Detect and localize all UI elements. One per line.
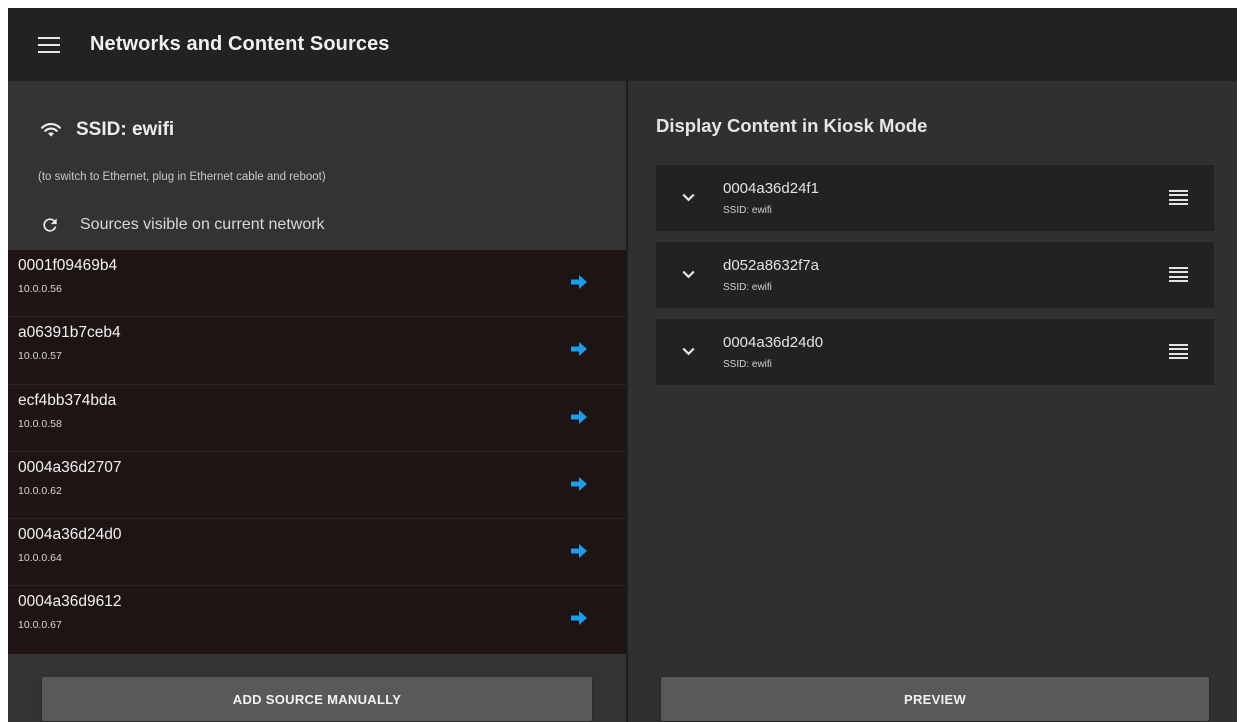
- refresh-sources-row[interactable]: Sources visible on current network: [40, 215, 325, 235]
- kiosk-list-item[interactable]: d052a8632f7a SSID: ewifi: [656, 242, 1214, 308]
- wifi-icon: [41, 123, 61, 137]
- kiosk-pane: Display Content in Kiosk Mode 0004a36d24…: [628, 81, 1237, 722]
- ssid-row: SSID: ewifi: [40, 119, 174, 141]
- chevron-down-icon[interactable]: [682, 347, 695, 356]
- add-source-button[interactable]: ADD SOURCE MANUALLY: [42, 677, 592, 721]
- ssid-label: SSID: ewifi: [76, 119, 175, 140]
- ethernet-hint: (to switch to Ethernet, plug in Ethernet…: [38, 171, 326, 183]
- kiosk-source-id: 0004a36d24f1: [723, 180, 819, 197]
- arrow-right-icon[interactable]: [571, 342, 587, 357]
- source-id: ecf4bb374bda: [18, 391, 117, 409]
- source-id: 0004a36d2707: [18, 458, 122, 476]
- page-title: Networks and Content Sources: [90, 33, 390, 55]
- arrow-right-icon[interactable]: [571, 611, 587, 626]
- menu-icon[interactable]: [38, 36, 60, 53]
- arrow-right-icon[interactable]: [571, 476, 587, 491]
- source-ip: 10.0.0.57: [18, 350, 62, 363]
- networks-pane: SSID: ewifi (to switch to Ethernet, plug…: [8, 81, 626, 722]
- arrow-right-icon[interactable]: [571, 275, 587, 289]
- kiosk-source-ssid: SSID: ewifi: [723, 205, 772, 216]
- drag-handle-icon[interactable]: [1169, 190, 1188, 205]
- source-list-item[interactable]: 0004a36d9612 10.0.0.67: [8, 586, 626, 653]
- source-list-item[interactable]: 0001f09469b4 10.0.0.56: [8, 250, 626, 318]
- app-bar: Networks and Content Sources: [8, 8, 1237, 81]
- source-list: 0001f09469b4 10.0.0.56 a06391b7ceb4 10.0.0.…: [8, 250, 626, 654]
- source-ip: 10.0.0.64: [18, 552, 62, 565]
- sources-heading: Sources visible on current network: [80, 216, 325, 233]
- source-id: 0004a36d24d0: [18, 526, 122, 544]
- source-id: 0001f09469b4: [18, 257, 118, 274]
- kiosk-source-ssid: SSID: ewifi: [723, 282, 772, 293]
- source-id: a06391b7ceb4: [18, 324, 121, 342]
- arrow-right-icon[interactable]: [571, 544, 587, 559]
- chevron-down-icon[interactable]: [682, 270, 695, 279]
- source-ip: 10.0.0.62: [18, 484, 62, 497]
- refresh-icon[interactable]: [40, 215, 60, 235]
- kiosk-source-ssid: SSID: ewifi: [723, 359, 772, 370]
- drag-handle-icon[interactable]: [1169, 344, 1188, 359]
- source-list-item[interactable]: 0004a36d24d0 10.0.0.64: [8, 519, 626, 587]
- chevron-down-icon[interactable]: [682, 193, 695, 202]
- drag-handle-icon[interactable]: [1169, 267, 1188, 282]
- source-list-item[interactable]: 0004a36d2707 10.0.0.62: [8, 452, 626, 520]
- arrow-right-icon[interactable]: [571, 409, 587, 424]
- source-ip: 10.0.0.58: [18, 417, 62, 430]
- preview-button[interactable]: PREVIEW: [661, 677, 1209, 721]
- kiosk-source-id: 0004a36d24d0: [723, 334, 824, 351]
- kiosk-heading: Display Content in Kiosk Mode: [656, 115, 928, 136]
- source-list-item[interactable]: ecf4bb374bda 10.0.0.58: [8, 385, 626, 452]
- source-id: 0004a36d9612: [18, 593, 122, 611]
- app-window: Networks and Content Sources SSID: ewifi…: [8, 8, 1237, 722]
- kiosk-source-id: d052a8632f7a: [723, 257, 819, 274]
- kiosk-list-item[interactable]: 0004a36d24d0 SSID: ewifi: [656, 319, 1214, 385]
- source-list-item[interactable]: a06391b7ceb4 10.0.0.57: [8, 317, 626, 385]
- source-ip: 10.0.0.56: [18, 283, 62, 295]
- kiosk-list-item[interactable]: 0004a36d24f1 SSID: ewifi: [656, 165, 1214, 231]
- source-ip: 10.0.0.67: [18, 619, 62, 632]
